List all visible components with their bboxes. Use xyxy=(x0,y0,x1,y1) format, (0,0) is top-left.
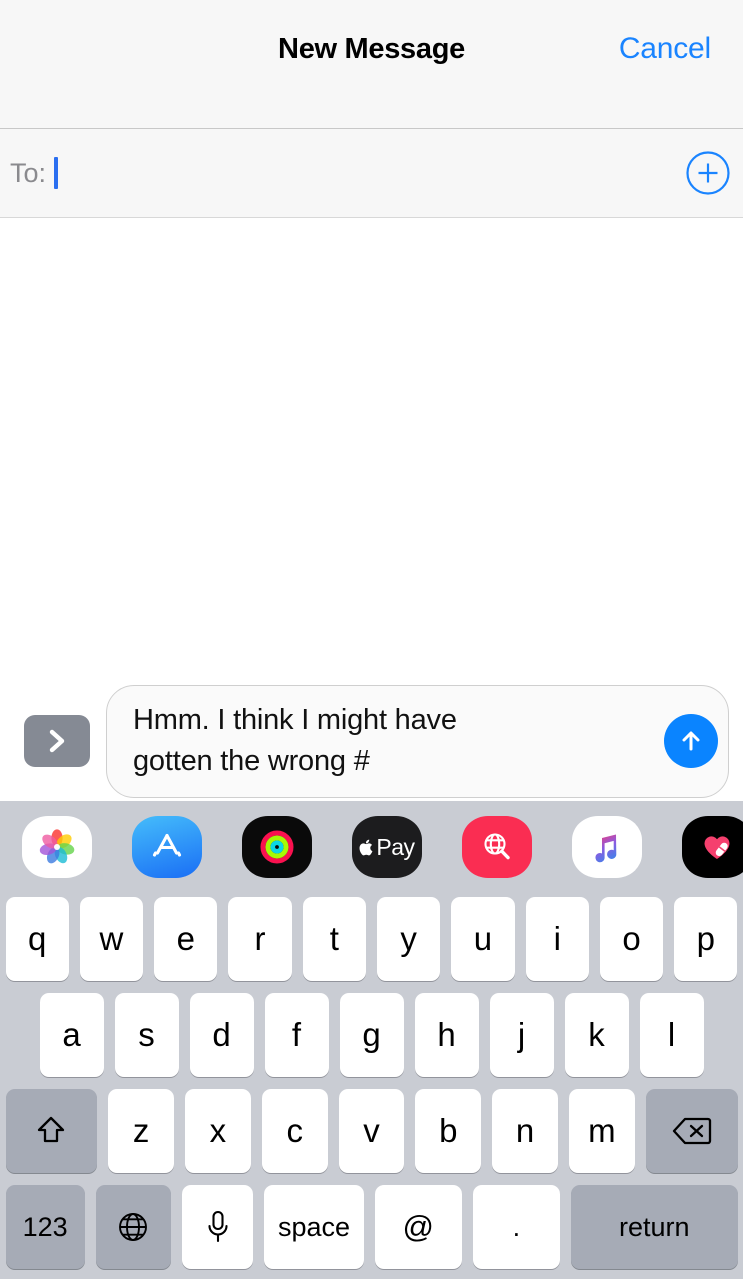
key-w[interactable]: w xyxy=(79,897,144,981)
key-q[interactable]: q xyxy=(5,897,69,981)
shift-arrow-icon xyxy=(38,1116,65,1143)
key-c[interactable]: c xyxy=(261,1089,328,1173)
globe-icon xyxy=(119,1213,148,1241)
app-icon-images[interactable] xyxy=(462,816,532,878)
key-b[interactable]: b xyxy=(415,1089,482,1173)
chevron-right-icon xyxy=(49,729,65,753)
key-z[interactable]: z xyxy=(108,1089,175,1173)
message-text: Hmm. I think I might have gotten the wro… xyxy=(133,704,465,777)
keyboard-row-3: z x c v b n m xyxy=(0,1089,743,1173)
keyboard-row-2: a s d f g h j k l xyxy=(0,993,743,1077)
key-a[interactable]: a xyxy=(39,993,104,1077)
messages-new-message-screen: New Message Cancel To: Hmm. I think I mi… xyxy=(0,0,743,1279)
key-e[interactable]: e xyxy=(154,897,218,981)
heart-icon xyxy=(704,836,730,859)
key-k[interactable]: k xyxy=(564,993,629,1077)
app-icon-photos[interactable] xyxy=(22,816,92,878)
message-input-toolbar: Hmm. I think I might have gotten the wro… xyxy=(0,681,743,801)
dictation-key[interactable] xyxy=(182,1185,254,1269)
key-t[interactable]: t xyxy=(302,897,366,981)
conversation-area xyxy=(0,218,743,681)
shift-key[interactable] xyxy=(5,1089,98,1173)
app-icon-digital-touch[interactable] xyxy=(682,816,743,878)
key-d[interactable]: d xyxy=(189,993,254,1077)
microphone-icon xyxy=(208,1210,228,1243)
key-u[interactable]: u xyxy=(451,897,515,981)
key-n[interactable]: n xyxy=(492,1089,558,1173)
keyboard-zone: Pay q w e r t y u i o p a s d f g h j k … xyxy=(0,801,743,1279)
send-button[interactable] xyxy=(664,714,718,768)
key-s[interactable]: s xyxy=(114,993,179,1077)
plus-circle-icon xyxy=(686,151,730,195)
key-g[interactable]: g xyxy=(339,993,404,1077)
apple-logo-icon xyxy=(359,839,373,855)
recipient-input[interactable] xyxy=(58,129,743,217)
keyboard: q w e r t y u i o p a s d f g h j k l z … xyxy=(0,893,743,1279)
delete-key[interactable] xyxy=(645,1089,738,1173)
globe-key[interactable] xyxy=(95,1185,172,1269)
keyboard-row-1: q w e r t y u i o p xyxy=(0,897,743,981)
apple-pay-label: Pay xyxy=(376,833,415,860)
key-f[interactable]: f xyxy=(264,993,329,1077)
key-x[interactable]: x xyxy=(185,1089,251,1173)
activity-rings-icon xyxy=(260,830,294,864)
recipient-field-row[interactable]: To: xyxy=(0,128,743,218)
at-key[interactable]: @ xyxy=(374,1185,462,1269)
expand-apps-button[interactable] xyxy=(24,715,90,767)
key-j[interactable]: j xyxy=(489,993,554,1077)
music-note-icon xyxy=(595,834,617,863)
numeric-key[interactable]: 123 xyxy=(5,1185,85,1269)
app-store-icon xyxy=(152,833,182,857)
keyboard-row-4: 123 space @ . return xyxy=(0,1185,743,1269)
key-h[interactable]: h xyxy=(414,993,479,1077)
photos-icon xyxy=(39,829,75,864)
app-icon-activity[interactable] xyxy=(242,816,312,878)
app-icon-apple-music[interactable] xyxy=(572,816,642,878)
backspace-icon xyxy=(672,1117,711,1145)
key-v[interactable]: v xyxy=(338,1089,405,1173)
add-contact-button[interactable] xyxy=(685,150,731,196)
navigation-bar: New Message Cancel xyxy=(0,0,743,128)
apple-pay-wordmark: Pay xyxy=(359,833,415,861)
images-search-icon xyxy=(484,833,510,860)
app-icon-apple-pay[interactable]: Pay xyxy=(352,816,422,878)
imessage-app-strip[interactable]: Pay xyxy=(0,801,743,893)
app-icon-app-store[interactable] xyxy=(132,816,202,878)
message-input-field[interactable]: Hmm. I think I might have gotten the wro… xyxy=(106,684,729,798)
key-r[interactable]: r xyxy=(228,897,292,981)
period-key[interactable]: . xyxy=(472,1185,561,1269)
cancel-button[interactable]: Cancel xyxy=(619,32,711,66)
key-o[interactable]: o xyxy=(599,897,664,981)
to-label: To: xyxy=(10,157,47,188)
return-key[interactable]: return xyxy=(571,1185,738,1269)
arrow-up-icon xyxy=(682,731,700,751)
key-p[interactable]: p xyxy=(674,897,738,981)
key-y[interactable]: y xyxy=(377,897,441,981)
key-i[interactable]: i xyxy=(525,897,589,981)
key-l[interactable]: l xyxy=(639,993,704,1077)
space-key[interactable]: space xyxy=(264,1185,364,1269)
key-m[interactable]: m xyxy=(569,1089,635,1173)
